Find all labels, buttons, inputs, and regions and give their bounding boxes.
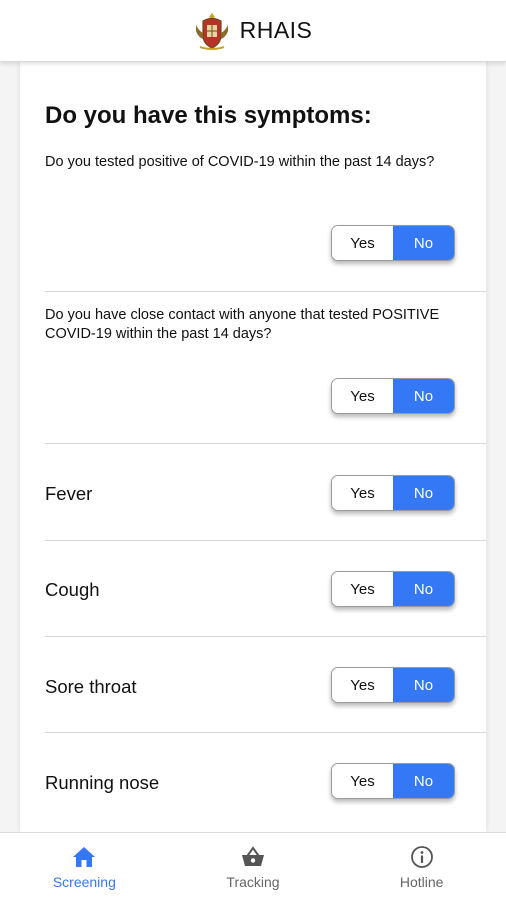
close-contact-toggle: Yes No bbox=[331, 378, 455, 414]
screening-card: Do you have this symptoms: Do you tested… bbox=[20, 62, 486, 832]
app-header: RHAIS bbox=[0, 0, 506, 62]
cough-no-button[interactable]: No bbox=[393, 572, 454, 606]
divider bbox=[45, 732, 486, 733]
divider bbox=[45, 291, 486, 292]
coat-of-arms-logo bbox=[195, 12, 228, 50]
page-heading: Do you have this symptoms: bbox=[45, 102, 372, 129]
running-nose-no-button[interactable]: No bbox=[393, 764, 454, 798]
basket-icon bbox=[242, 846, 264, 866]
info-icon bbox=[410, 846, 433, 868]
tab-screening[interactable]: Screening bbox=[0, 833, 169, 900]
close-contact-yes-button[interactable]: Yes bbox=[332, 379, 393, 413]
tab-label-hotline: Hotline bbox=[399, 874, 444, 890]
divider bbox=[45, 540, 486, 541]
cough-yes-button[interactable]: Yes bbox=[332, 572, 393, 606]
divider bbox=[45, 443, 486, 444]
tab-label-screening: Screening bbox=[52, 874, 116, 890]
close-contact-no-button[interactable]: No bbox=[393, 379, 454, 413]
running-nose-yes-button[interactable]: Yes bbox=[332, 764, 393, 798]
tab-label-tracking: Tracking bbox=[226, 874, 280, 890]
question-tested-positive: Do you tested positive of COVID-19 withi… bbox=[45, 154, 435, 170]
tested-positive-no-button[interactable]: No bbox=[393, 226, 454, 260]
running-nose-toggle: Yes No bbox=[331, 763, 455, 799]
bottom-tab-bar: Screening Tracking Hotline bbox=[0, 832, 506, 900]
app-title: RHAIS bbox=[239, 17, 313, 43]
sore-throat-yes-button[interactable]: Yes bbox=[332, 668, 393, 702]
fever-toggle: Yes No bbox=[331, 475, 455, 511]
tab-hotline[interactable]: Hotline bbox=[337, 833, 506, 900]
tab-tracking[interactable]: Tracking bbox=[169, 833, 338, 900]
tested-positive-yes-button[interactable]: Yes bbox=[332, 226, 393, 260]
symptom-label-cough: Cough bbox=[45, 579, 100, 600]
divider bbox=[45, 636, 486, 637]
symptom-label-running-nose: Running nose bbox=[45, 772, 160, 793]
cough-toggle: Yes No bbox=[331, 571, 455, 607]
question-close-contact: Do you have close contact with anyone th… bbox=[45, 307, 440, 342]
fever-no-button[interactable]: No bbox=[393, 476, 454, 510]
sore-throat-toggle: Yes No bbox=[331, 667, 455, 703]
tested-positive-toggle: Yes No bbox=[331, 225, 455, 261]
home-icon bbox=[73, 847, 96, 867]
symptom-label-sore-throat: Sore throat bbox=[45, 676, 137, 697]
sore-throat-no-button[interactable]: No bbox=[393, 668, 454, 702]
fever-yes-button[interactable]: Yes bbox=[332, 476, 393, 510]
symptom-label-fever: Fever bbox=[45, 483, 93, 504]
